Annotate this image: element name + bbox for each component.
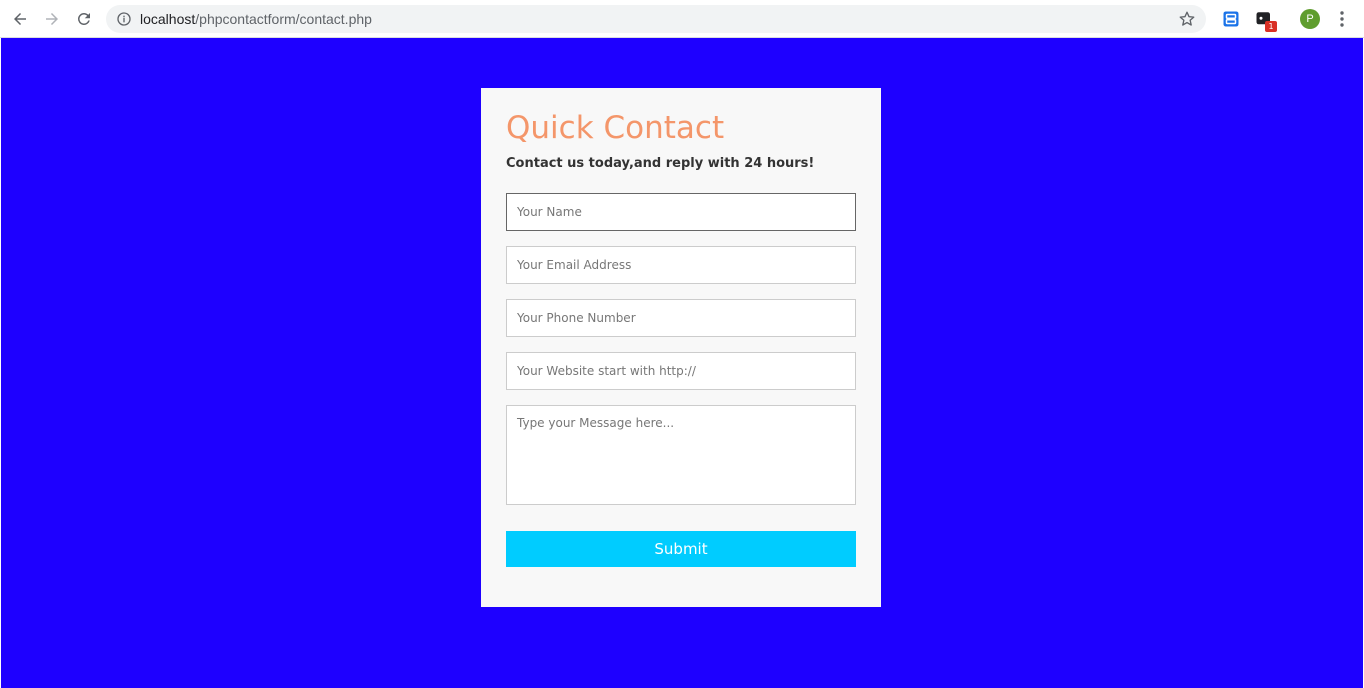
extension-icon[interactable] [1222,10,1240,28]
back-icon[interactable] [10,9,30,29]
form-title: Quick Contact [506,110,725,146]
more-menu-icon[interactable] [1336,10,1348,28]
submit-button[interactable]: Submit [506,531,856,567]
url-path: /phpcontactform/contact.php [195,11,372,27]
forward-icon[interactable] [42,9,62,29]
info-icon[interactable] [116,11,132,27]
contact-form-card: Quick Contact Contact us today,and reply… [481,88,881,607]
message-textarea[interactable] [506,405,856,505]
avatar[interactable]: P [1300,9,1320,29]
url-text[interactable]: localhost/phpcontactform/contact.php [140,11,372,27]
form-subtitle: Contact us today,and reply with 24 hours… [506,156,815,171]
address-bar[interactable]: localhost/phpcontactform/contact.php [106,5,1206,33]
page-background: Quick Contact Contact us today,and reply… [1,38,1363,688]
phone-input[interactable] [506,299,856,337]
extension-badge: 1 [1265,21,1277,32]
star-icon[interactable] [1178,10,1196,28]
name-input[interactable] [506,193,856,231]
browser-toolbar: localhost/phpcontactform/contact.php 1 P [0,0,1364,38]
url-host: localhost [140,11,196,27]
reload-icon[interactable] [74,9,94,29]
email-input[interactable] [506,246,856,284]
website-input[interactable] [506,352,856,390]
